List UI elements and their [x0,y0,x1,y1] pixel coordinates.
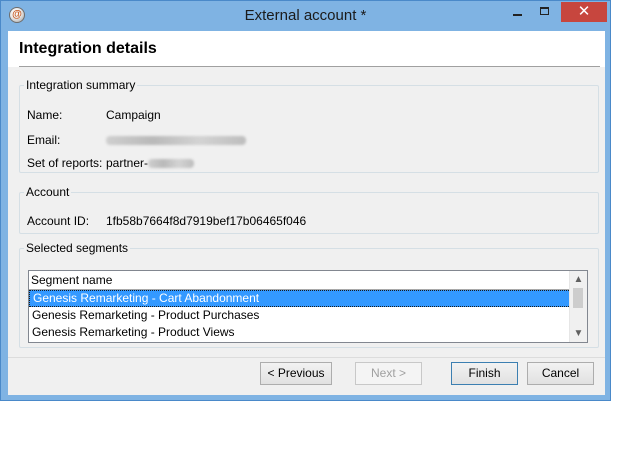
maximize-icon [540,7,549,15]
scroll-thumb[interactable] [573,288,583,308]
segments-scrollbar[interactable]: ▲ ▼ [569,271,587,342]
selected-segments-group: Selected segments Segment name Genesis R… [19,241,599,348]
account-legend: Account [26,185,70,199]
email-label: Email: [27,133,61,147]
next-button[interactable]: Next > [355,362,422,385]
footer-divider [8,357,605,358]
page-title: Integration details [19,40,157,57]
selected-segments-legend: Selected segments [26,241,129,255]
account-group: Account Account ID: 1fb58b7664f8d7919bef… [19,185,599,234]
segment-row[interactable]: Genesis Remarketing - Product Purchases [29,307,571,324]
scroll-down-icon[interactable]: ▼ [570,325,587,342]
reports-value: partner- [106,156,195,170]
reports-label: Set of reports: [27,156,103,170]
external-account-window: @ External account * ✕ Integration detai… [0,0,611,401]
segments-list[interactable]: Segment name Genesis Remarketing - Cart … [28,270,588,343]
close-icon: ✕ [577,3,591,20]
integration-summary-group: Integration summary Name: Campaign Email… [19,78,599,173]
account-id-label: Account ID: [27,214,90,228]
segment-row[interactable]: Genesis Remarketing - Cart Abandonment [29,290,571,307]
account-id-value: 1fb58b7664f8d7919bef17b06465f046 [106,214,307,228]
reports-value-text: partner- [106,156,149,170]
segment-name-column-header[interactable]: Segment name [29,271,571,290]
name-value: Campaign [106,108,161,122]
maximize-button[interactable] [532,2,558,22]
header-divider [19,66,600,67]
minimize-button[interactable] [504,2,530,22]
header-area: Integration details [8,31,605,67]
minimize-icon [513,14,522,16]
cancel-button[interactable]: Cancel [527,362,594,385]
title-bar[interactable]: @ External account * ✕ [1,1,610,31]
email-value-redacted [106,133,246,147]
integration-summary-legend: Integration summary [26,78,136,92]
previous-button[interactable]: < Previous [260,362,332,385]
name-label: Name: [27,108,63,122]
segment-row[interactable]: Genesis Remarketing - Product Views [29,324,571,341]
dialog-content: Integration details Integration summary … [8,31,605,395]
finish-button[interactable]: Finish [451,362,518,385]
scroll-up-icon[interactable]: ▲ [570,271,587,288]
close-button[interactable]: ✕ [561,2,607,22]
reports-value-redacted [148,159,195,169]
